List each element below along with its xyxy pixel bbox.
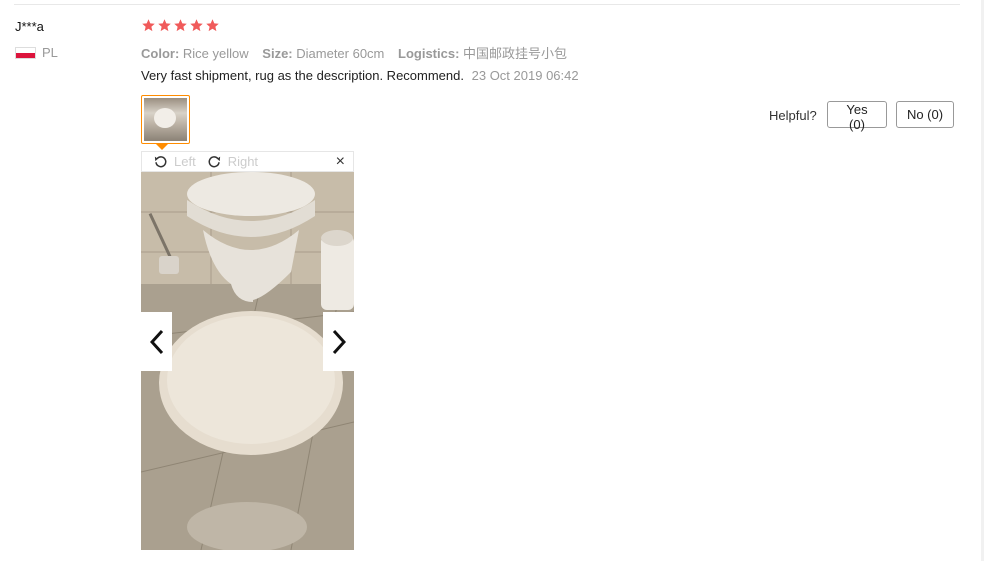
review-body: Very fast shipment, rug as the descripti… xyxy=(141,68,579,83)
top-divider xyxy=(14,4,960,5)
thumbnail-pointer xyxy=(156,144,168,150)
helpful-label: Helpful? xyxy=(769,108,817,123)
rotate-right-label: Right xyxy=(227,154,259,169)
flag-pl-icon xyxy=(15,46,36,59)
helpful-no-button[interactable]: No (0) xyxy=(896,101,954,128)
star-icon xyxy=(174,19,187,32)
color-value: Rice yellow xyxy=(182,46,249,61)
buyer-name: J***a xyxy=(15,19,44,34)
photo-next-button[interactable] xyxy=(323,312,354,371)
buyer-country: PL xyxy=(15,45,58,60)
star-icon xyxy=(206,19,219,32)
rotate-left-icon xyxy=(154,156,167,168)
chevron-left-icon xyxy=(149,329,163,354)
rotate-left-label: Left xyxy=(174,154,196,169)
order-attributes: Color: Rice yellow Size: Diameter 60cm L… xyxy=(141,43,577,62)
rotate-right-icon xyxy=(208,156,220,168)
size-attribute: Size: Diameter 60cm xyxy=(262,46,384,61)
review-date: 23 Oct 2019 06:42 xyxy=(471,68,579,83)
chevron-right-icon xyxy=(332,329,346,354)
size-value: Diameter 60cm xyxy=(296,46,385,61)
rotate-left-button[interactable]: Left xyxy=(152,154,196,169)
star-icon xyxy=(142,19,155,32)
color-attribute: Color: Rice yellow xyxy=(141,46,249,61)
rotate-right-button[interactable]: Right xyxy=(206,154,258,169)
helpful-yes-button[interactable]: Yes (0) xyxy=(827,101,887,132)
size-label: Size: xyxy=(262,46,293,61)
color-label: Color: xyxy=(141,46,180,61)
country-code: PL xyxy=(42,45,58,60)
star-icon xyxy=(158,19,171,32)
star-rating xyxy=(141,18,220,33)
review-text: Very fast shipment, rug as the descripti… xyxy=(141,68,464,83)
review-photo-thumbnail[interactable] xyxy=(141,95,190,144)
star-icon xyxy=(190,19,203,32)
logistics-attribute: Logistics: 中国邮政挂号小包 xyxy=(398,46,567,61)
close-icon[interactable]: × xyxy=(336,153,345,170)
logistics-value: 中国邮政挂号小包 xyxy=(463,46,568,61)
photo-viewer-toolbar: Left Right × xyxy=(141,151,354,172)
photo-prev-button[interactable] xyxy=(141,312,172,371)
logistics-label: Logistics: xyxy=(398,46,460,61)
thumbnail-image xyxy=(144,98,187,141)
